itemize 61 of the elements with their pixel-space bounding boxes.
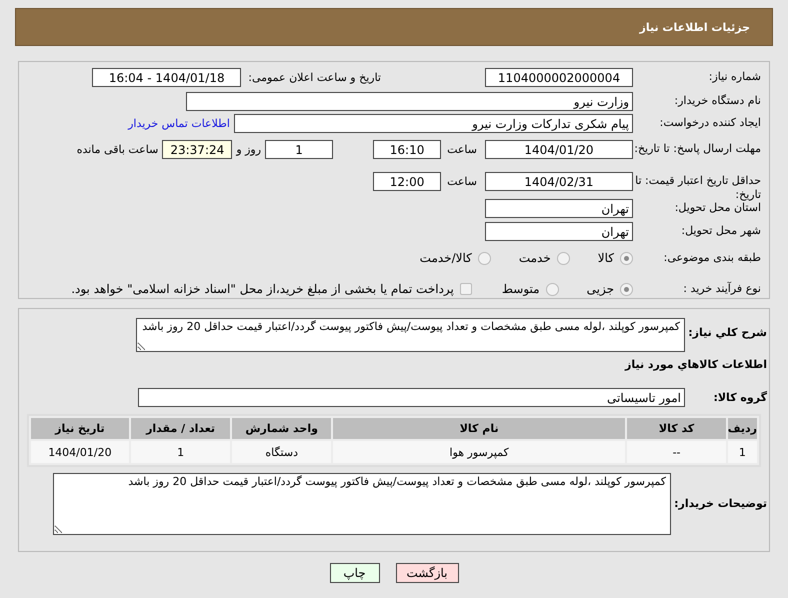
column-header: ردیف xyxy=(728,418,757,439)
description-field[interactable]: کمپرسور کوپلند ،لوله مسی طبق مشخصات و تعداد پیوست/پیش فاکتور پیوست گردد/اعتبار قیمت حداقل 20 روز باشد xyxy=(136,318,685,352)
option-label: کالا xyxy=(598,251,614,265)
column-header: واحد شمارش xyxy=(232,418,331,439)
option-label: خدمت xyxy=(518,251,551,265)
table-cell: 1 xyxy=(130,441,230,463)
text-field[interactable]: پیام شکری تدارکات وزارت نیرو xyxy=(234,114,633,133)
payment-note: پرداخت تمام یا بخشی از مبلغ خرید،از محل "اسناد خزانه اسلامی" خواهد بود. xyxy=(71,282,454,296)
text-field[interactable]: تهران xyxy=(485,199,633,218)
contact-link[interactable]: اطلاعات تماس خریدار xyxy=(128,114,230,130)
field-label: شهر محل تحویل: xyxy=(680,223,761,238)
page-title: جزئیات اطلاعات نیاز xyxy=(640,20,750,34)
field-label: گروه کالا: xyxy=(712,390,767,405)
field-label: استان محل تحویل: xyxy=(674,201,761,215)
text-field[interactable]: 1 xyxy=(265,140,334,159)
table-cell: 1404/01/20 xyxy=(31,441,129,463)
radio-button[interactable] xyxy=(546,282,559,296)
text-field[interactable]: 23:37:24 xyxy=(162,140,232,159)
column-header: کد کالا xyxy=(627,418,726,439)
option-label: کالا/خدمت xyxy=(420,251,472,265)
radio-button[interactable] xyxy=(556,252,570,264)
radio-button[interactable] xyxy=(620,252,633,264)
table-cell: -- xyxy=(627,441,726,463)
checkbox[interactable] xyxy=(460,283,472,295)
field-label: مهلت ارسال پاسخ: تا تاریخ: xyxy=(633,141,761,156)
field-label: شرح کلي نیاز: xyxy=(687,325,767,340)
remaining-label: ساعت باقی مانده xyxy=(76,142,158,156)
field-label: شماره نیاز: xyxy=(708,69,761,84)
field-label: تاریخ و ساعت اعلان عمومی: xyxy=(248,70,381,84)
text-field[interactable]: 16:10 xyxy=(373,140,442,159)
notes-field[interactable]: کمپرسور کوپلند ،لوله مسی طبق مشخصات و تعداد پیوست/پیش فاکتور پیوست گردد/اعتبار قیمت حداقل 20 روز باشد xyxy=(53,473,671,535)
days-label: روز و xyxy=(236,142,262,156)
time-label: ساعت xyxy=(447,174,477,188)
text-field[interactable]: تهران xyxy=(485,222,633,241)
column-header: نام کالا xyxy=(332,418,626,439)
field-label: نام دستگاه خریدار: xyxy=(673,93,761,108)
option-label: متوسط xyxy=(502,282,540,296)
text-field[interactable]: 1404/02/31 xyxy=(485,172,633,191)
time-label: ساعت xyxy=(447,142,477,156)
option-label: جزیی xyxy=(586,282,614,296)
text-field[interactable]: 1404/01/20 xyxy=(485,140,633,159)
text-field[interactable]: وزارت نیرو xyxy=(186,92,633,111)
text-field[interactable]: 1404/01/18 - 16:04 xyxy=(92,68,242,87)
text-field[interactable]: 12:00 xyxy=(373,172,442,191)
text-field[interactable]: 1104000002000004 xyxy=(485,68,633,87)
field-label: طبقه بندی موضوعی: xyxy=(662,250,761,265)
field-label: نوع فرآیند خرید : xyxy=(682,280,761,296)
section-title: اطلاعات کالاهاي مورد نیاز xyxy=(624,357,767,372)
radio-button[interactable] xyxy=(620,282,633,296)
field-label: ایجاد کننده درخواست: xyxy=(658,115,761,130)
table-cell: 1 xyxy=(728,441,757,463)
field-label: توضیحات خریدار: xyxy=(673,496,767,511)
radio-button[interactable] xyxy=(478,252,491,264)
table-cell: دستگاه xyxy=(232,441,331,463)
table-cell: کمپرسور هوا xyxy=(332,441,626,463)
print-button[interactable]: چاپ xyxy=(330,563,380,583)
column-header: تاریخ نیاز xyxy=(31,418,129,439)
field-label: حداقل تاریخ اعتبار قیمت: تا تاریخ: xyxy=(634,173,761,202)
column-header: تعداد / مقدار xyxy=(130,418,230,439)
back-button[interactable]: بازگشت xyxy=(396,563,458,583)
text-field[interactable]: امور تاسیساتی xyxy=(138,388,685,407)
